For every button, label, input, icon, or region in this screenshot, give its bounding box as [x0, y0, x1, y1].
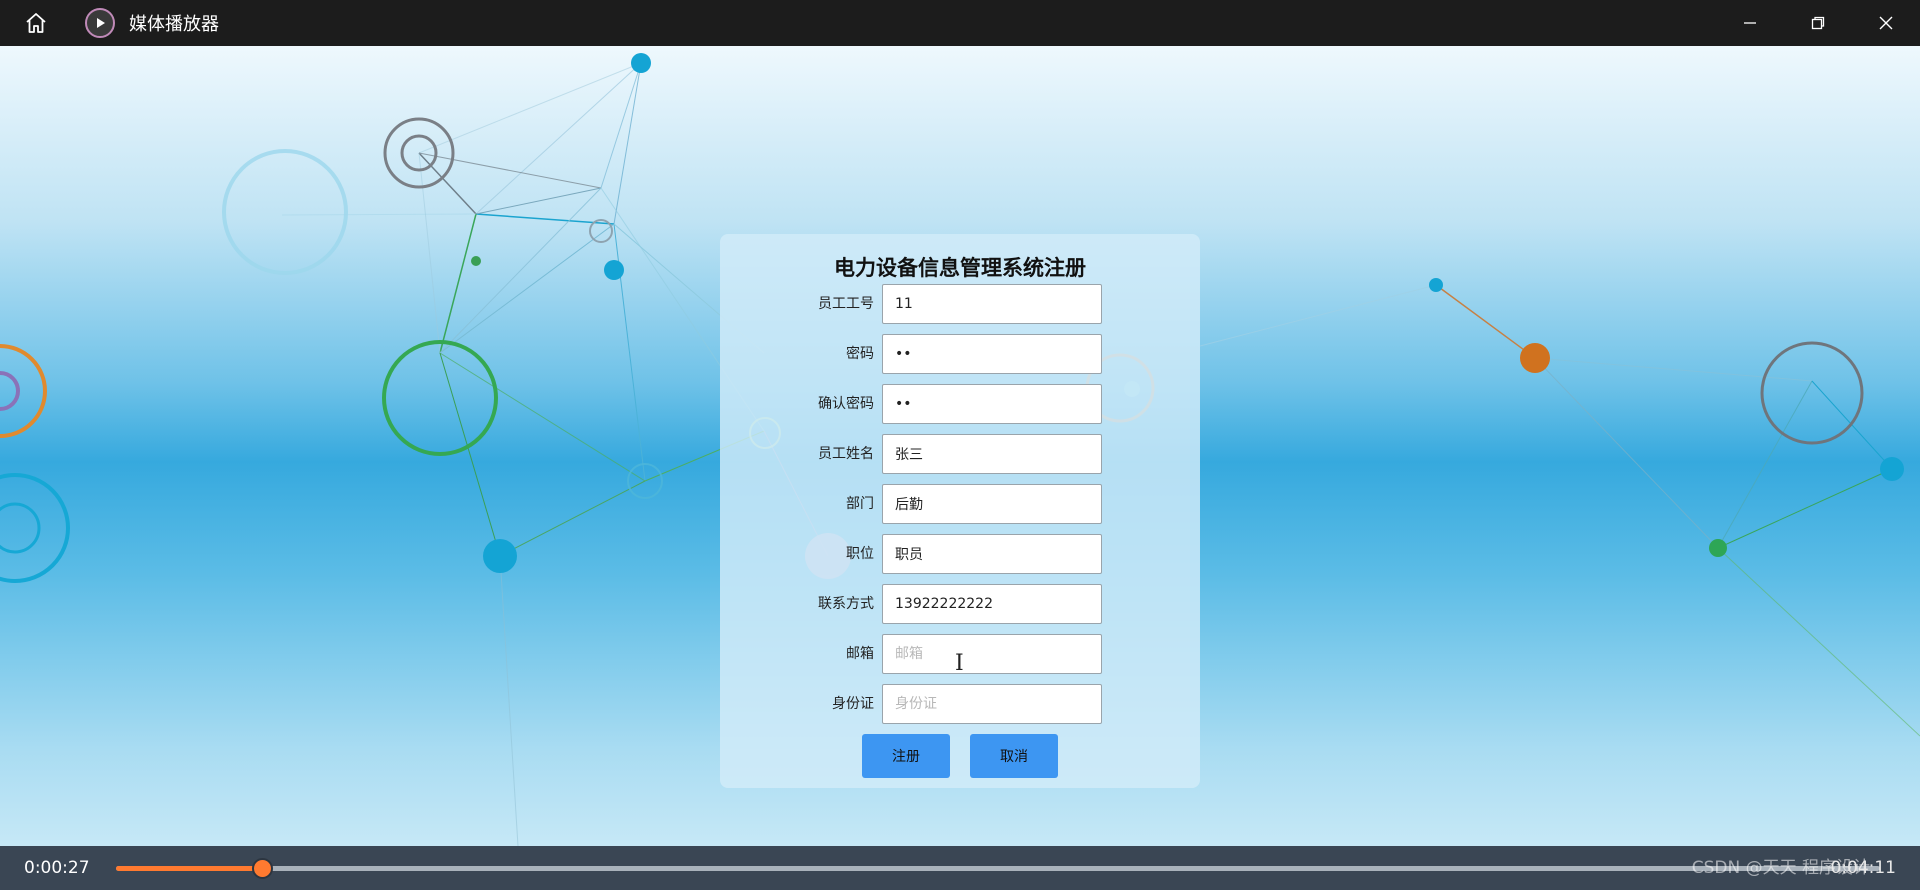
field-label: 员工工号 — [818, 296, 874, 312]
field-label: 员工姓名 — [818, 446, 874, 462]
title-bar: 媒体播放器 — [0, 0, 1920, 46]
confirm-password-input[interactable] — [882, 384, 1102, 424]
cancel-button[interactable]: 取消 — [970, 734, 1058, 778]
field-employee-id: 员工工号 — [720, 284, 1200, 324]
seek-bar[interactable] — [116, 858, 1880, 879]
field-position: 职位 — [720, 534, 1200, 574]
field-confirm-password: 确认密码 — [720, 384, 1200, 424]
field-password: 密码 — [720, 334, 1200, 374]
field-department: 部门 — [720, 484, 1200, 524]
field-label: 职位 — [846, 546, 874, 562]
department-input[interactable] — [882, 484, 1102, 524]
field-label: 身份证 — [832, 696, 874, 712]
email-input[interactable] — [882, 634, 1102, 674]
text-cursor-icon: I — [955, 651, 964, 676]
field-label: 部门 — [846, 496, 874, 512]
minimize-button[interactable] — [1716, 0, 1784, 46]
contact-input[interactable] — [882, 584, 1102, 624]
field-label: 确认密码 — [818, 396, 874, 412]
total-time: 0:04:11 — [1830, 858, 1896, 878]
id-card-input[interactable] — [882, 684, 1102, 724]
seek-bar-progress — [116, 866, 263, 871]
close-icon — [1879, 16, 1893, 30]
field-label: 联系方式 — [818, 596, 874, 612]
field-employee-name: 员工姓名 — [720, 434, 1200, 474]
employee-name-input[interactable] — [882, 434, 1102, 474]
password-input[interactable] — [882, 334, 1102, 374]
position-input[interactable] — [882, 534, 1102, 574]
home-button[interactable] — [13, 0, 59, 46]
field-label: 密码 — [846, 346, 874, 362]
field-contact: 联系方式 — [720, 584, 1200, 624]
play-circle-icon — [85, 8, 115, 38]
playback-controls: 0:00:27 CSDN @天天 程序设计 0:04:11 — [0, 846, 1920, 890]
close-button[interactable] — [1852, 0, 1920, 46]
field-label: 邮箱 — [846, 646, 874, 662]
field-id-card: 身份证 — [720, 684, 1200, 724]
seek-thumb[interactable] — [252, 858, 274, 879]
window-controls — [1716, 0, 1920, 46]
video-frame[interactable]: 电力设备信息管理系统注册 员工工号 密码 确认密码 员工姓名 部门 职位 联系方… — [0, 46, 1920, 846]
app-title: 媒体播放器 — [129, 14, 219, 35]
restore-icon — [1811, 16, 1825, 30]
form-title: 电力设备信息管理系统注册 — [834, 256, 1086, 280]
home-icon — [26, 13, 46, 33]
employee-id-input[interactable] — [882, 284, 1102, 324]
minimize-icon — [1744, 22, 1756, 24]
register-form-panel: 电力设备信息管理系统注册 员工工号 密码 确认密码 员工姓名 部门 职位 联系方… — [720, 234, 1200, 788]
restore-button[interactable] — [1784, 0, 1852, 46]
current-time: 0:00:27 — [24, 858, 90, 878]
register-button[interactable]: 注册 — [862, 734, 950, 778]
